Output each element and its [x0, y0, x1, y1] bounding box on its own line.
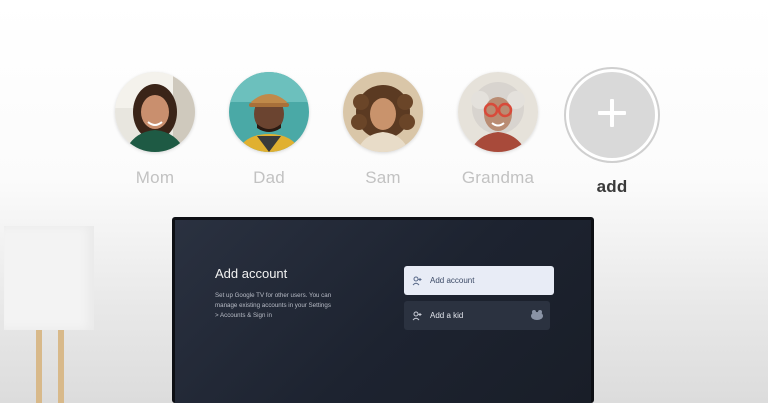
- profile-name: Mom: [135, 168, 175, 187]
- add-profile-circle[interactable]: [566, 69, 658, 161]
- avatar-sam: [343, 72, 423, 152]
- profile-name: Grandma: [461, 168, 535, 187]
- add-profile-button[interactable]: add: [552, 69, 672, 197]
- profile-dad[interactable]: Dad: [209, 72, 329, 188]
- profile-name: Sam: [365, 168, 401, 187]
- add-person-icon: [404, 311, 430, 321]
- profile-sam[interactable]: Sam: [323, 72, 443, 188]
- plus-icon: [595, 96, 629, 135]
- profile-mom[interactable]: Mom: [95, 72, 215, 188]
- profile-row: Mom Dad Sam Grandma add: [0, 0, 768, 200]
- lamp-leg: [58, 330, 64, 403]
- avatar-grandma: [458, 72, 538, 152]
- add-kid-option[interactable]: Add a kid: [404, 301, 550, 330]
- add-profile-label: add: [596, 177, 628, 196]
- screen-title: Add account: [215, 266, 288, 281]
- profile-grandma[interactable]: Grandma: [438, 72, 558, 188]
- option-label: Add a kid: [430, 311, 464, 320]
- add-person-icon: [404, 276, 430, 286]
- lamp-leg: [36, 330, 42, 403]
- profile-name: Dad: [253, 168, 285, 187]
- lamp-shade: [4, 226, 94, 330]
- tv-screen: Add account Set up Google TV for other u…: [175, 220, 591, 403]
- kid-mascot-icon: [530, 309, 544, 323]
- avatar-dad: [229, 72, 309, 152]
- screen-description: Set up Google TV for other users. You ca…: [215, 292, 332, 319]
- add-account-option[interactable]: Add account: [404, 266, 554, 295]
- option-label: Add account: [430, 276, 475, 285]
- avatar-mom: [115, 72, 195, 152]
- tv-frame: Add account Set up Google TV for other u…: [172, 217, 594, 403]
